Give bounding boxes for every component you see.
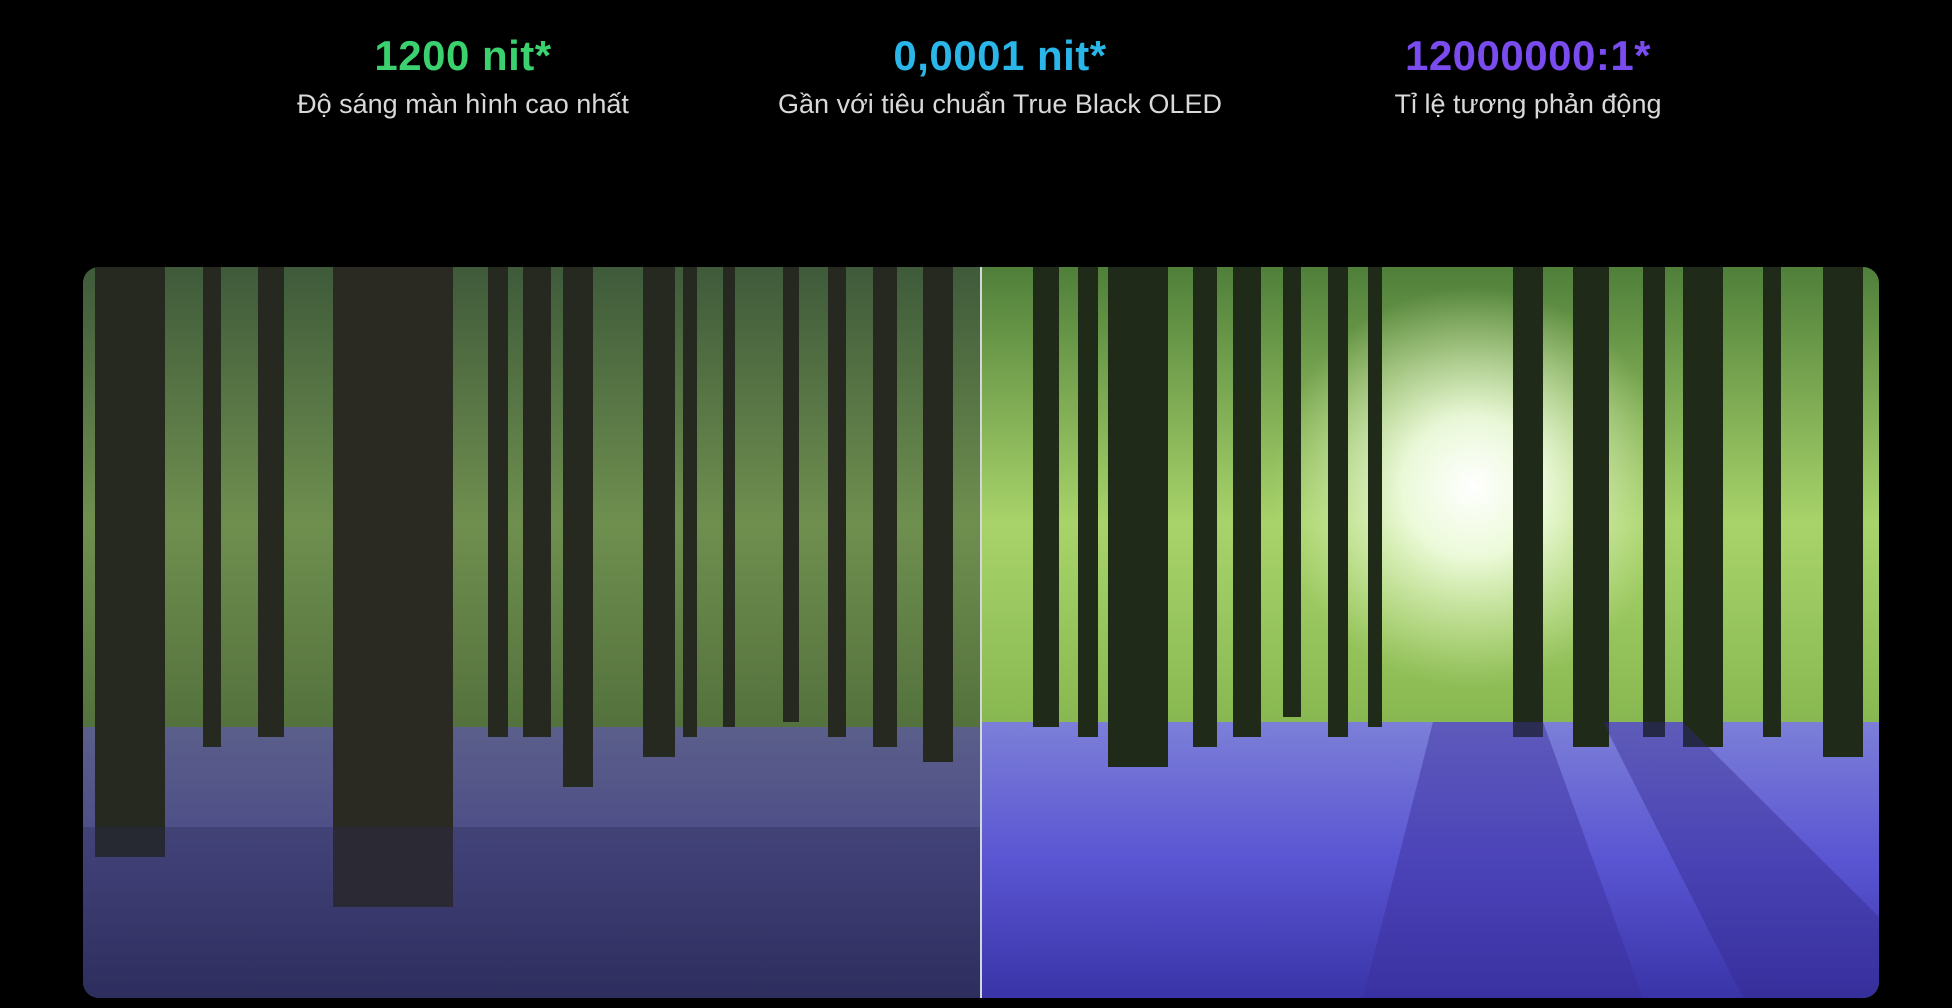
stat-value: 12000000:1* bbox=[1404, 32, 1652, 79]
stats-row: 1200 nit* Độ sáng màn hình cao nhất 0,00… bbox=[0, 0, 1952, 160]
stat-value: 0,0001 nit* bbox=[893, 32, 1107, 79]
forest-illustration bbox=[83, 267, 1879, 998]
stat-label: Gần với tiêu chuẩn True Black OLED bbox=[778, 89, 1222, 119]
stat-value: 1200 nit* bbox=[374, 32, 552, 79]
stat-label: Tỉ lệ tương phản động bbox=[1394, 89, 1662, 119]
stat-brightness: 1200 nit* Độ sáng màn hình cao nhất bbox=[297, 28, 629, 122]
stat-black-level: 0,0001 nit* Gần với tiêu chuẩn True Blac… bbox=[778, 28, 1222, 122]
stat-label: Độ sáng màn hình cao nhất bbox=[297, 89, 629, 119]
stat-contrast: 12000000:1* Tỉ lệ tương phản động bbox=[1395, 28, 1662, 122]
forest-comparison-image bbox=[83, 267, 1879, 998]
